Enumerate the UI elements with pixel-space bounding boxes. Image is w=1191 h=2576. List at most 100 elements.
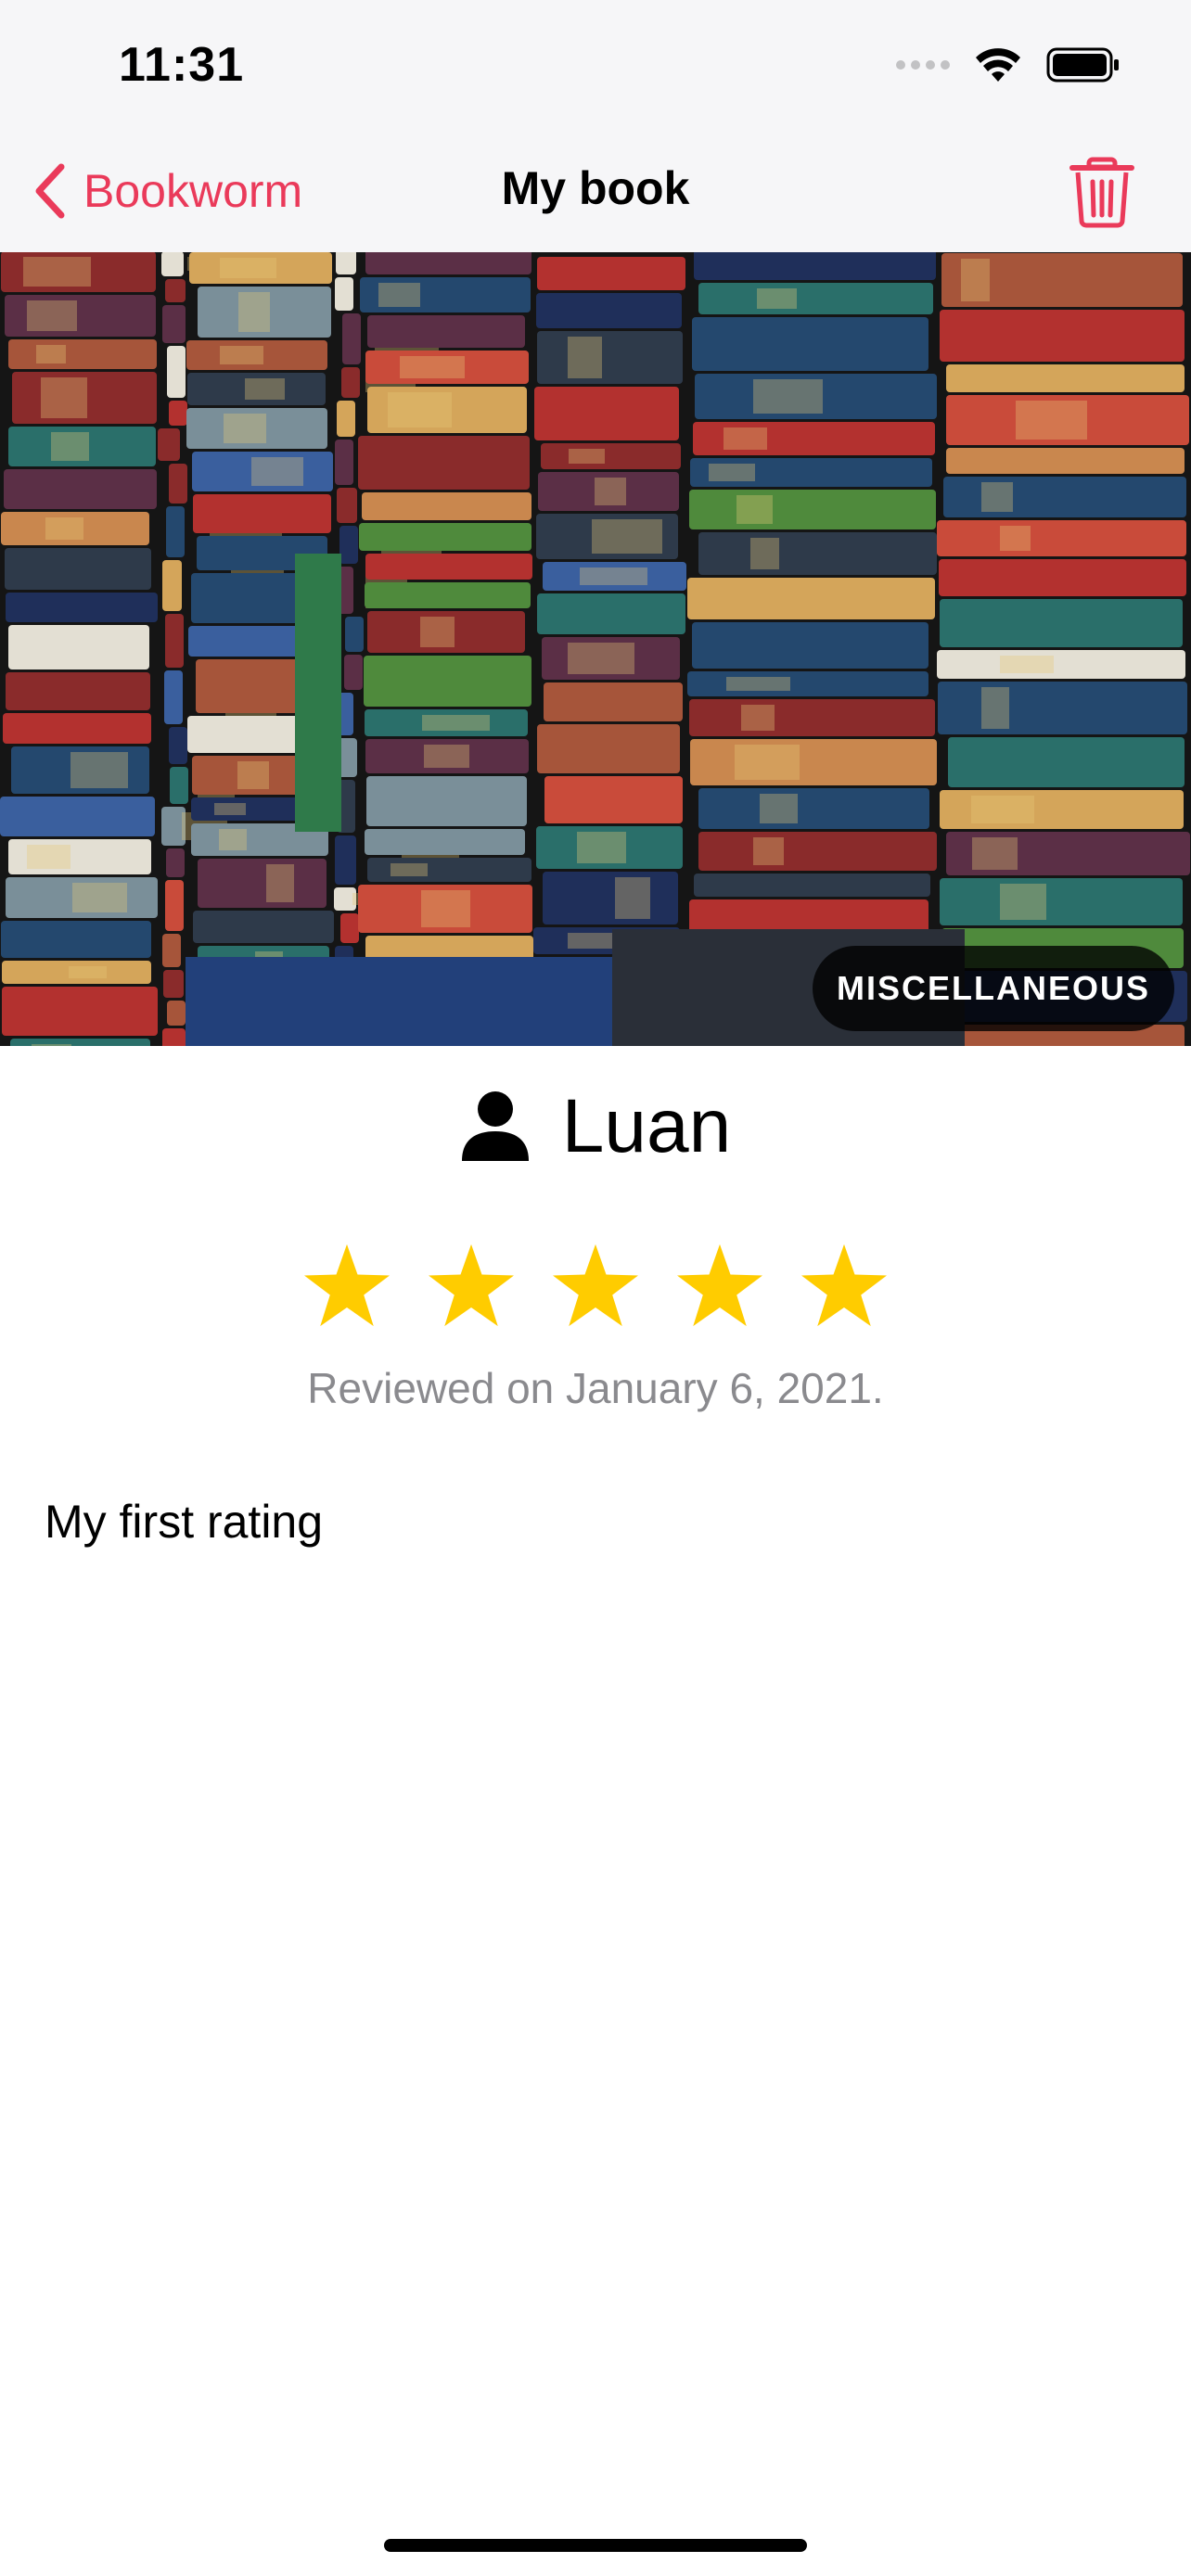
book-spine xyxy=(193,494,331,533)
book-spine xyxy=(167,346,186,398)
book-spine xyxy=(365,554,532,580)
book-spine xyxy=(937,650,1185,679)
book-spine xyxy=(161,252,184,276)
book-spine xyxy=(337,401,355,437)
book-spine xyxy=(162,560,182,611)
book-spine xyxy=(943,477,1186,517)
delete-button[interactable] xyxy=(1069,154,1135,228)
book-spine xyxy=(339,526,358,564)
book-spine xyxy=(3,713,151,744)
book-spine xyxy=(158,428,180,461)
book-spine xyxy=(169,464,187,504)
book-spine xyxy=(698,283,933,314)
book-spine xyxy=(537,593,685,634)
book-spine xyxy=(164,670,183,724)
star-icon[interactable] xyxy=(302,1243,391,1328)
book-spine xyxy=(2,987,158,1036)
battery-icon xyxy=(1046,47,1119,83)
book-spine xyxy=(163,970,184,998)
book-spine xyxy=(541,443,681,469)
book-spine xyxy=(344,655,363,690)
book-spine xyxy=(198,859,327,908)
book-spine xyxy=(948,737,1185,787)
book-spine xyxy=(534,387,679,440)
book-spine xyxy=(358,436,530,490)
book-spine xyxy=(162,305,186,343)
book-spine xyxy=(536,293,682,328)
wifi-icon xyxy=(976,48,1020,82)
book-spine xyxy=(166,848,185,877)
book-spine xyxy=(698,832,937,871)
book-spine xyxy=(544,682,683,721)
book-spine xyxy=(365,252,531,274)
trash-icon xyxy=(1069,157,1134,228)
book-cover-image: MISCELLANEOUS xyxy=(0,252,1191,1046)
navigation-bar: Bookworm My book xyxy=(0,130,1191,253)
book-spine xyxy=(687,578,935,619)
book-spine xyxy=(8,625,149,670)
book-spine xyxy=(342,313,361,364)
book-spine xyxy=(364,656,531,707)
book-spine xyxy=(946,448,1185,474)
book-spine xyxy=(365,582,531,608)
book-spine xyxy=(543,872,678,925)
book-spine xyxy=(162,934,181,967)
status-icons xyxy=(896,46,1121,83)
book-spine xyxy=(692,317,928,371)
book-spine xyxy=(537,331,683,384)
book-spine xyxy=(366,776,527,826)
book-spine xyxy=(946,364,1185,392)
book-spine xyxy=(537,724,680,773)
home-indicator[interactable] xyxy=(384,2539,807,2552)
book-spine xyxy=(340,913,359,943)
book-spine xyxy=(335,835,356,885)
genre-badge: MISCELLANEOUS xyxy=(812,946,1174,1031)
book-spine xyxy=(687,671,928,696)
book-spine xyxy=(698,788,929,829)
book-spine xyxy=(170,767,188,804)
book-spine xyxy=(692,622,928,669)
book-spine xyxy=(335,277,353,311)
reviewer-row: Luan xyxy=(0,1076,1191,1178)
reviewer-name: Luan xyxy=(561,1084,732,1168)
book-spine xyxy=(166,506,185,557)
book-spine xyxy=(10,1039,150,1046)
book-spine xyxy=(165,279,186,302)
book-spine xyxy=(336,252,356,274)
person-icon xyxy=(461,1091,529,1161)
book-spine xyxy=(689,490,936,529)
book-spine xyxy=(5,548,151,590)
book-spine xyxy=(939,559,1186,596)
book-spine xyxy=(362,492,531,520)
book-spine xyxy=(694,874,930,897)
book-spine xyxy=(940,310,1185,362)
book-spine xyxy=(6,672,150,710)
cellular-signal-icon xyxy=(896,60,950,70)
book-spine xyxy=(694,252,936,280)
book-spine xyxy=(940,878,1183,925)
book-spine xyxy=(698,532,937,575)
star-rating xyxy=(0,1243,1191,1328)
book-spine xyxy=(937,520,1186,556)
book-spine xyxy=(165,880,184,931)
book-spine xyxy=(4,469,157,509)
book-spine xyxy=(8,339,157,369)
book-spine xyxy=(345,617,364,652)
books-photo xyxy=(0,252,1191,1046)
book-spine xyxy=(341,367,360,398)
book-spine xyxy=(6,593,158,622)
status-bar: 11:31 xyxy=(0,0,1191,130)
star-icon[interactable] xyxy=(551,1243,640,1328)
book-spine xyxy=(0,797,155,836)
book-spine xyxy=(544,776,683,823)
book-spine xyxy=(359,523,531,551)
book-spine xyxy=(169,401,187,426)
book-spine xyxy=(169,727,187,764)
book-detail-screen: 11:31 Bookworm My book MISCELLANEOUS Lua… xyxy=(0,0,1191,2576)
page-title: My book xyxy=(501,162,690,214)
review-date: Reviewed on January 6, 2021. xyxy=(307,1364,884,1412)
book-spine xyxy=(365,829,525,855)
star-icon[interactable] xyxy=(675,1243,764,1328)
star-icon[interactable] xyxy=(800,1243,889,1328)
star-icon[interactable] xyxy=(427,1243,516,1328)
